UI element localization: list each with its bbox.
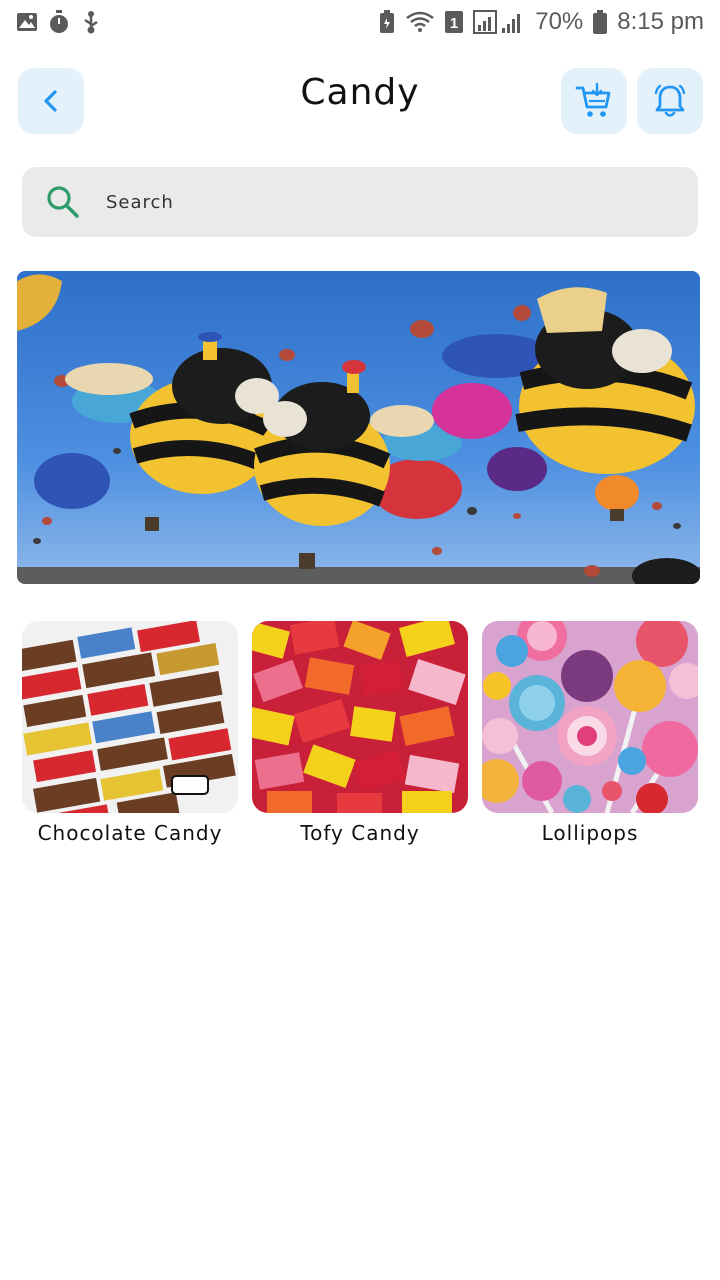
search-bar[interactable]: [22, 167, 698, 237]
category-list: Chocolate Candy Tofy Candy Lollipops: [0, 621, 720, 861]
search-icon: [44, 183, 82, 221]
usb-icon: [80, 10, 102, 34]
promo-banner[interactable]: [17, 271, 700, 584]
category-image: [482, 621, 698, 813]
stopwatch-icon: [48, 10, 70, 34]
category-label: Tofy Candy: [300, 821, 420, 845]
sim-icon: 1: [445, 11, 464, 33]
battery-icon: [593, 10, 608, 34]
battery-saver-icon: [379, 10, 395, 34]
category-label: Lollipops: [541, 821, 639, 845]
notifications-button[interactable]: [637, 68, 703, 134]
battery-percent: 70%: [535, 8, 584, 35]
category-chocolate-candy[interactable]: Chocolate Candy: [22, 621, 252, 861]
status-bar-right: 1 70% 8:15 pm: [379, 8, 704, 36]
category-label: Chocolate Candy: [37, 821, 223, 845]
status-bar-left: [16, 10, 102, 34]
status-bar: 1 70% 8:15 pm: [0, 0, 720, 44]
banner-image: [17, 271, 700, 584]
sim-number: 1: [450, 15, 458, 32]
search-input[interactable]: [104, 190, 628, 214]
gallery-icon: [16, 11, 38, 33]
bell-icon: [650, 81, 690, 121]
category-image: [252, 621, 468, 813]
category-lollipops[interactable]: Lollipops: [482, 621, 712, 861]
category-tofy-candy[interactable]: Tofy Candy: [252, 621, 482, 861]
app-header: Candy: [0, 66, 720, 136]
signal-icon: [473, 10, 525, 34]
status-time: 8:15 pm: [617, 8, 704, 35]
category-image: [22, 621, 238, 813]
wifi-icon: [405, 10, 435, 34]
add-to-cart-button[interactable]: [561, 68, 627, 134]
add-to-cart-icon: [574, 81, 614, 121]
